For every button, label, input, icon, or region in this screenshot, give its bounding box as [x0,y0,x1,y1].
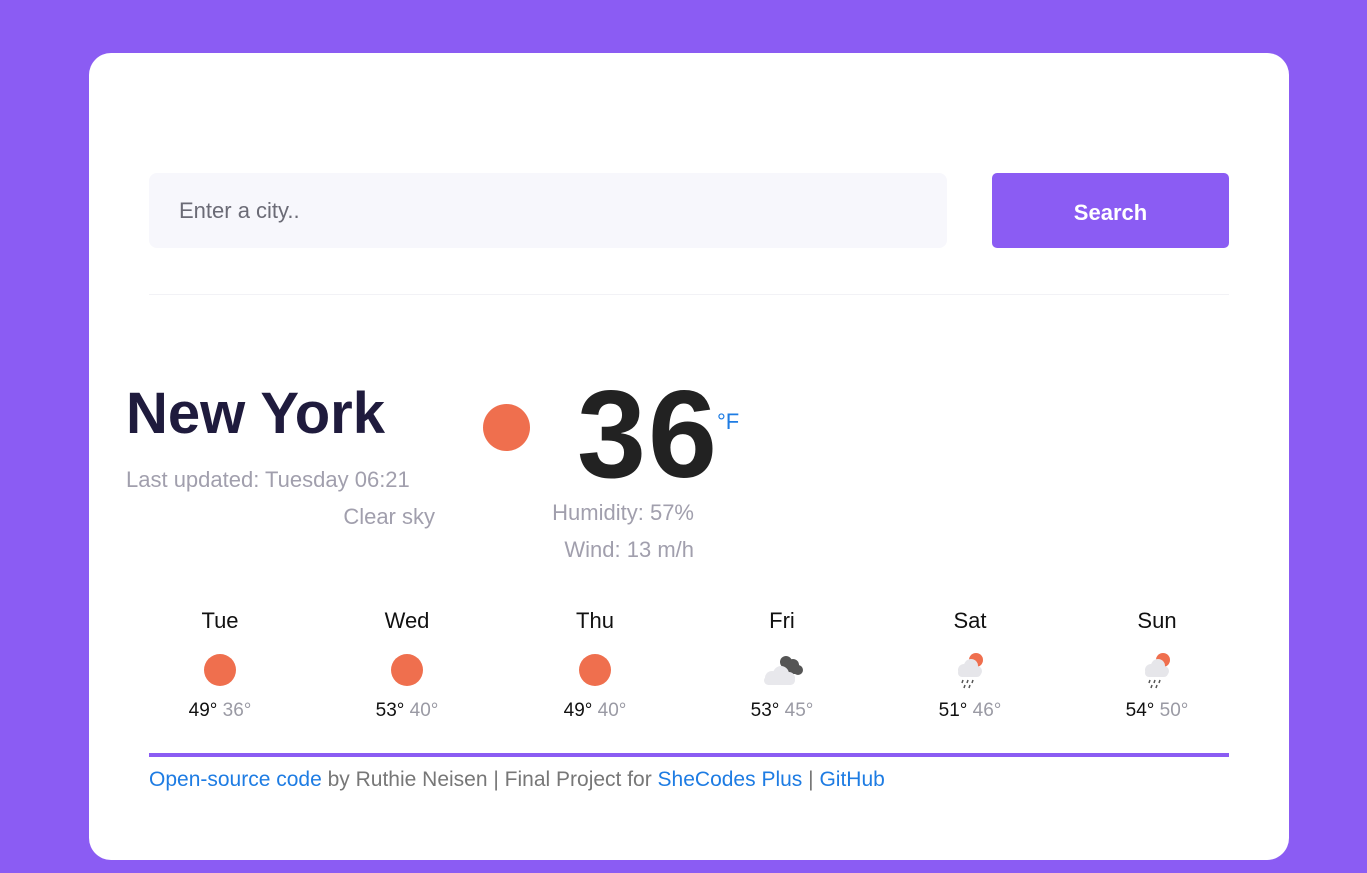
forecast-min-temp: 36° [222,700,252,721]
forecast-day: Sat 51° 46° [890,606,1050,722]
shecodes-plus-link[interactable]: SheCodes Plus [658,768,803,791]
city-name: New York [126,381,385,446]
forecast-day-name: Sat [953,608,987,633]
forecast-day-name: Wed [384,608,430,633]
footer-separator: | [802,768,820,791]
clear-sky-icon [196,650,244,690]
rain-icon [946,650,994,690]
fahrenheit-unit-link[interactable]: °F [717,409,739,435]
footer-divider [149,753,1229,757]
wind-speed: Wind: 13 m/h [564,537,694,562]
forecast-max-temp: 49° [563,700,593,721]
footer-credit-text: by Ruthie Neisen | Final Project for [321,768,658,791]
forecast-day-name: Thu [576,608,614,633]
forecast-min-temp: 45° [784,700,814,721]
forecast-day: Wed 53° 40° [327,606,487,722]
broken-clouds-icon [758,650,806,690]
forecast-day-name: Tue [201,608,239,633]
forecast-min-temp: 46° [972,700,1002,721]
forecast-day-name: Sun [1137,608,1177,633]
open-source-code-link[interactable]: Open-source code [149,768,322,791]
humidity: Humidity: 57% [552,500,694,525]
forecast-max-temp: 53° [375,700,405,721]
forecast-min-temp: 40° [409,700,439,721]
weather-card: Search New York Last updated: Tuesday 06… [89,53,1289,860]
forecast-max-temp: 49° [188,700,218,721]
forecast-day: Tue 49° 36° [140,606,300,722]
forecast-day: Sun 54° 50° [1077,606,1237,722]
clear-sky-icon [571,650,619,690]
rain-icon [1133,650,1181,690]
city-search-input[interactable] [149,173,947,248]
forecast-day: Thu 49° 40° [515,606,675,722]
divider [149,294,1229,295]
forecast-day-name: Fri [769,608,795,633]
forecast-max-temp: 51° [938,700,968,721]
weather-condition: Clear sky [343,504,435,529]
forecast-max-temp: 54° [1125,700,1155,721]
forecast: Tue 49° 36° Wed 53° 40° Thu 49° 40° Fri [89,606,1289,736]
github-link[interactable]: GitHub [819,768,884,791]
forecast-day: Fri 53° 45° [702,606,862,722]
current-temperature: 36 [577,366,719,504]
forecast-max-temp: 53° [750,700,780,721]
footer: Open-source code by Ruthie Neisen | Fina… [149,768,885,792]
clear-sky-icon [483,404,530,451]
forecast-min-temp: 50° [1159,700,1189,721]
search-button[interactable]: Search [992,173,1229,248]
last-updated: Last updated: Tuesday 06:21 [126,467,410,492]
clear-sky-icon [383,650,431,690]
forecast-min-temp: 40° [597,700,627,721]
